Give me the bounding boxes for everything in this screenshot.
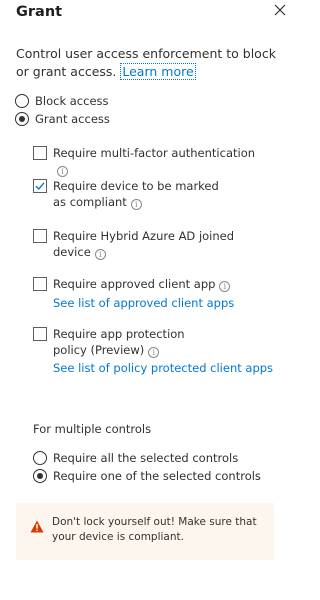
info-icon[interactable]: i <box>130 199 142 210</box>
multiple-controls-label: For multiple controls <box>33 422 152 436</box>
mfa-checkbox[interactable] <box>33 146 47 160</box>
info-icon[interactable]: i <box>57 166 68 177</box>
close-icon[interactable] <box>274 4 286 16</box>
approved-client-apps-link[interactable]: See list of approved client apps <box>53 296 234 310</box>
info-icon[interactable]: i <box>219 281 231 292</box>
device-compliant-checkbox[interactable] <box>33 179 47 193</box>
control-mfa[interactable]: Require multi-factor authentication i <box>33 145 268 177</box>
block-access-option[interactable]: Block access <box>15 94 109 108</box>
control-label: Require Hybrid Azure AD joined device i <box>53 228 238 260</box>
control-label: Require app protection policy (Preview) i <box>53 326 218 358</box>
grant-access-option[interactable]: Grant access <box>15 112 110 126</box>
approved-client-app-checkbox[interactable] <box>33 277 47 291</box>
approved-client-app-label: Require approved client app <box>53 277 216 291</box>
policy-protected-apps-link[interactable]: See list of policy protected client apps <box>53 361 273 375</box>
grant-access-label: Grant access <box>35 112 110 126</box>
info-icon[interactable]: i <box>148 347 160 358</box>
control-label: Require approved client app i <box>53 276 268 292</box>
info-icon[interactable]: i <box>94 249 106 260</box>
control-label: Require multi-factor authentication i <box>53 145 268 177</box>
require-all-option[interactable]: Require all the selected controls <box>33 451 238 465</box>
mfa-label: Require multi-factor authentication <box>53 146 256 160</box>
control-approved-client-app[interactable]: Require approved client app i <box>33 276 268 292</box>
block-access-label: Block access <box>35 94 109 108</box>
require-one-option[interactable]: Require one of the selected controls <box>33 469 261 483</box>
require-all-radio[interactable] <box>33 451 47 465</box>
app-protection-checkbox[interactable] <box>33 327 47 341</box>
hybrid-joined-checkbox[interactable] <box>33 229 47 243</box>
control-hybrid-joined[interactable]: Require Hybrid Azure AD joined device i <box>33 228 238 260</box>
app-protection-label: Require app protection policy (Preview) <box>53 327 185 357</box>
warning-banner: Don't lock yourself out! Make sure that … <box>16 503 274 560</box>
require-all-label: Require all the selected controls <box>53 451 239 465</box>
intro-text: Control user access enforcement to block… <box>16 45 278 81</box>
grant-access-radio[interactable] <box>15 112 29 126</box>
require-one-label: Require one of the selected controls <box>53 469 261 483</box>
control-label: Require device to be marked as compliant… <box>53 178 228 210</box>
panel-title: Grant <box>16 4 63 20</box>
learn-more-link[interactable]: Learn more <box>120 63 196 80</box>
hybrid-joined-label: Require Hybrid Azure AD joined device <box>53 229 235 259</box>
require-one-radio[interactable] <box>33 469 47 483</box>
warning-icon <box>30 518 44 537</box>
block-access-radio[interactable] <box>15 94 29 108</box>
checkmark-icon <box>35 182 45 191</box>
control-app-protection-policy[interactable]: Require app protection policy (Preview) i <box>33 326 218 358</box>
warning-text: Don't lock yourself out! Make sure that … <box>52 516 257 543</box>
control-device-compliant[interactable]: Require device to be marked as compliant… <box>33 178 228 210</box>
